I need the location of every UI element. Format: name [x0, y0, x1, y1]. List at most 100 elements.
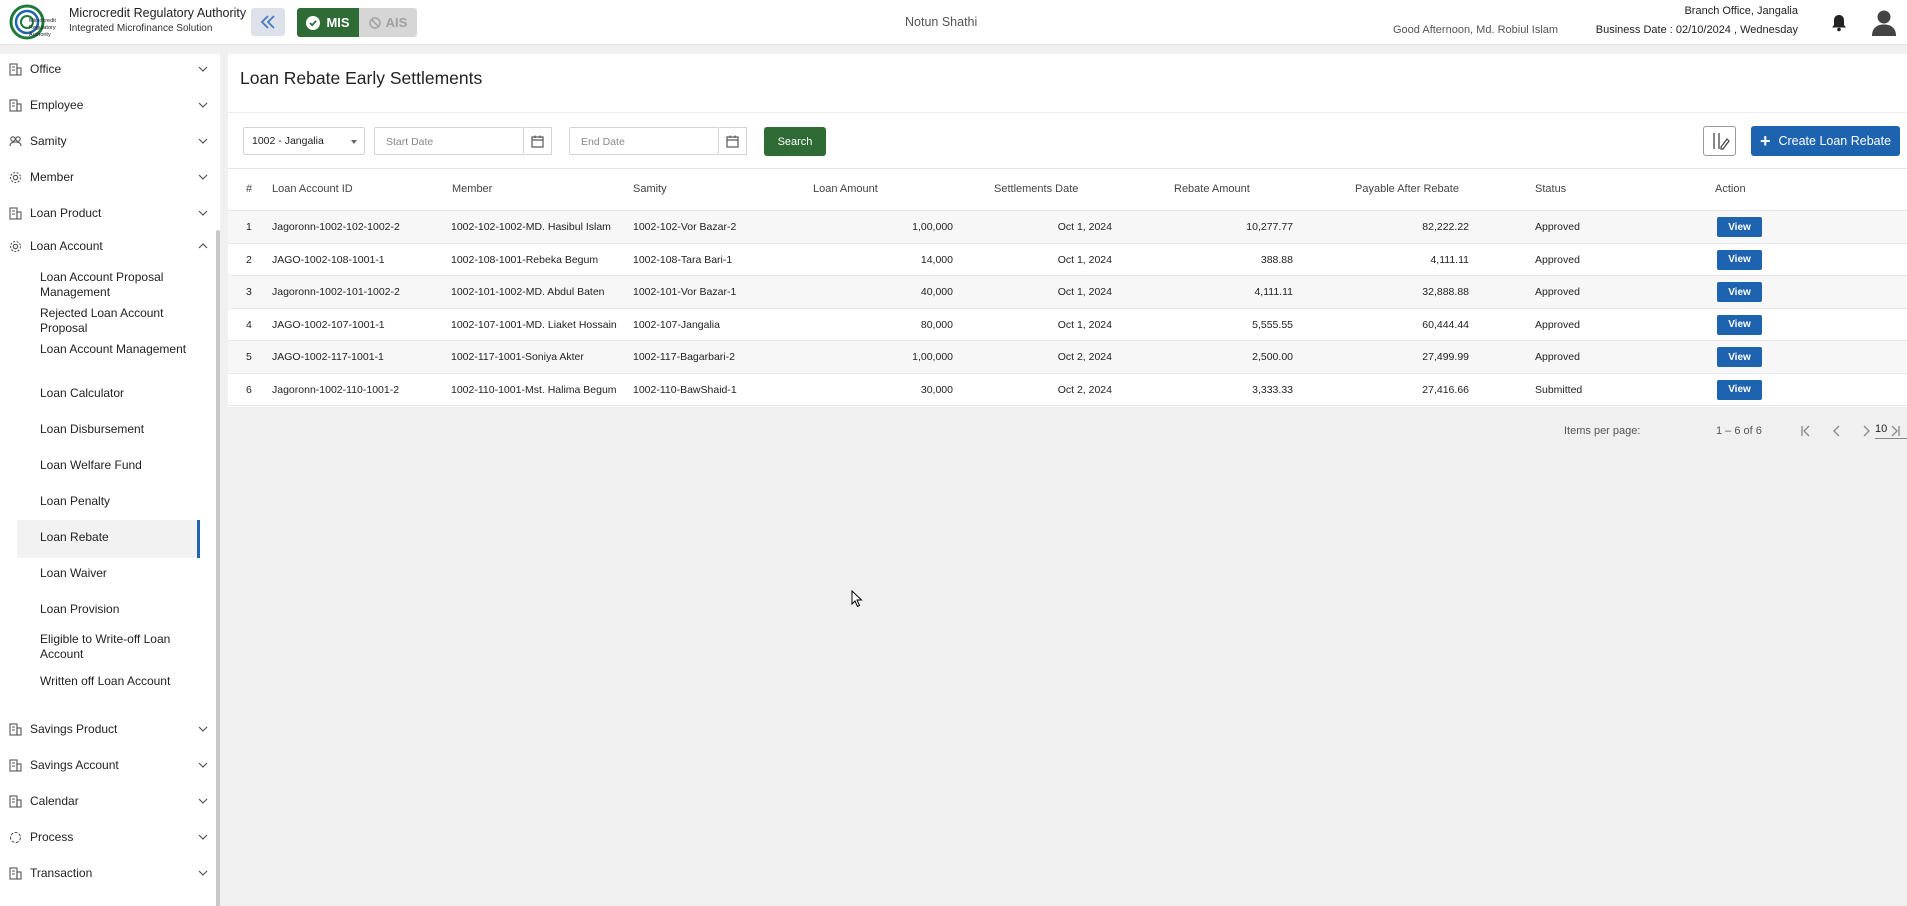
sidebar-item-employee[interactable]: Employee: [0, 90, 210, 120]
view-button[interactable]: View: [1717, 249, 1762, 270]
sidebar-item-calendar[interactable]: Calendar: [0, 786, 210, 816]
sidebar-sub-eligible-write-off[interactable]: Eligible to Write-off Loan Account: [40, 632, 200, 661]
sidebar-item-savings-product[interactable]: Savings Product: [0, 714, 210, 744]
cell-loan-amount: 1,00,000: [912, 351, 953, 363]
column-header-loan-amount[interactable]: Loan Amount: [813, 183, 878, 195]
collapse-sidebar-button[interactable]: [251, 8, 285, 36]
sidebar-sub-loan-account-proposal[interactable]: Loan Account Proposal Management: [40, 270, 200, 299]
page-range-label: 1 – 6 of 6: [1716, 425, 1762, 437]
bell-icon[interactable]: [1831, 14, 1847, 32]
org-subtitle: Integrated Microfinance Solution: [69, 23, 213, 34]
column-settings-button[interactable]: [1703, 126, 1736, 156]
mode-ais-label: AIS: [385, 15, 408, 30]
start-date-picker-button[interactable]: [524, 127, 552, 155]
view-button[interactable]: View: [1717, 379, 1762, 400]
sidebar-scrollbar[interactable]: [216, 230, 220, 906]
building-icon: [9, 206, 22, 220]
sidebar-item-loan-product[interactable]: Loan Product: [0, 198, 210, 228]
cell-samity: 1002-108-Tara Bari-1: [633, 253, 733, 266]
cell-status: Approved: [1535, 286, 1580, 298]
cell-no: 5: [246, 351, 252, 363]
cell-rebate-amount: 4,111.11: [1254, 286, 1293, 298]
cell-payable-after-rebate: 4,111.11: [1430, 253, 1469, 266]
sidebar-item-label: Member: [30, 170, 75, 184]
end-date-picker-button[interactable]: [719, 127, 747, 155]
column-header-settlements-date[interactable]: Settlements Date: [994, 183, 1078, 195]
double-chevron-left-icon: [260, 15, 275, 29]
sidebar-item-process[interactable]: Process: [0, 822, 210, 852]
sidebar-item-label: Calendar: [30, 794, 79, 808]
cell-no: 4: [246, 318, 252, 331]
sidebar-item-label: Loan Product: [30, 206, 102, 220]
last-page-icon[interactable]: [1888, 424, 1902, 438]
column-header-payable-after-rebate[interactable]: Payable After Rebate: [1355, 183, 1459, 195]
sidebar-sub-written-off[interactable]: Written off Loan Account: [40, 674, 200, 689]
block-icon: [368, 16, 381, 29]
greeting-text: Good Afternoon, Md. Robiul Islam: [1393, 24, 1559, 36]
cell-loan-amount: 40,000: [920, 286, 953, 298]
cell-loan-amount: 1,00,000: [912, 221, 953, 233]
cell-status: Approved: [1535, 318, 1580, 331]
sidebar-item-loan-account[interactable]: Loan Account: [0, 231, 210, 261]
search-button[interactable]: Search: [764, 127, 826, 156]
cell-status: Approved: [1535, 221, 1580, 233]
cell-payable-after-rebate: 32,888.88: [1422, 286, 1469, 298]
branch-select[interactable]: 1002 - Jangalia: [243, 127, 365, 155]
sidebar-sub-rejected-proposal[interactable]: Rejected Loan Account Proposal: [40, 306, 200, 335]
cell-loan-account-id: JAGO-1002-117-1001-1: [272, 351, 384, 363]
column-header-loan-account-id[interactable]: Loan Account ID: [272, 183, 353, 195]
sidebar-item-office[interactable]: Office: [0, 54, 210, 84]
sidebar-sub-loan-account-management[interactable]: Loan Account Management: [40, 342, 200, 357]
sidebar-item-label: Samity: [30, 134, 67, 148]
view-button[interactable]: View: [1717, 282, 1762, 302]
sidebar-sub-loan-welfare-fund[interactable]: Loan Welfare Fund: [40, 458, 200, 473]
column-header-status[interactable]: Status: [1535, 183, 1566, 195]
sidebar-item-label: Transaction: [30, 866, 93, 880]
sidebar-item-label: Savings Product: [30, 722, 118, 736]
table-row: 4 JAGO-1002-107-1001-1 1002-107-1001-MD.…: [228, 309, 1907, 341]
cell-member: 1002-110-1001-Mst. Halima Begum: [451, 383, 617, 396]
table-row: 5 JAGO-1002-117-1001-1 1002-117-1001-Son…: [228, 341, 1907, 374]
sidebar-item-savings-account[interactable]: Savings Account: [0, 750, 210, 780]
cell-samity: 1002-101-Vor Bazar-1: [633, 286, 737, 298]
view-button[interactable]: View: [1717, 347, 1762, 367]
cell-settlements-date: Oct 2, 2024: [1057, 351, 1112, 363]
column-header-member[interactable]: Member: [452, 183, 492, 195]
view-button[interactable]: View: [1717, 217, 1762, 237]
start-date-field[interactable]: Start Date: [374, 127, 524, 155]
next-page-icon[interactable]: [1859, 424, 1873, 438]
cell-rebate-amount: 10,277.77: [1246, 221, 1293, 233]
first-page-icon[interactable]: [1799, 424, 1813, 438]
sidebar-sub-loan-waiver[interactable]: Loan Waiver: [40, 566, 200, 581]
sidebar-item-label: Process: [30, 830, 74, 844]
sidebar: Office Employee Samity Member Loan Produ…: [0, 54, 220, 906]
sidebar-sub-loan-calculator[interactable]: Loan Calculator: [40, 386, 200, 401]
cell-no: 3: [246, 286, 252, 298]
sidebar-item-label: Employee: [30, 98, 84, 112]
sidebar-sub-loan-rebate[interactable]: Loan Rebate: [40, 530, 200, 545]
group-icon: [9, 135, 22, 146]
mode-ais-button[interactable]: AIS: [359, 8, 417, 37]
sidebar-item-transaction[interactable]: Transaction: [0, 858, 210, 888]
sidebar-item-samity[interactable]: Samity: [0, 126, 210, 156]
column-header-rebate-amount[interactable]: Rebate Amount: [1174, 183, 1250, 195]
column-header-samity[interactable]: Samity: [633, 183, 667, 195]
cycle-icon: [9, 831, 22, 843]
top-header: Microcredit Regulatory Authority Microcr…: [0, 0, 1907, 45]
previous-page-icon[interactable]: [1830, 424, 1844, 438]
sidebar-sub-loan-penalty[interactable]: Loan Penalty: [40, 494, 200, 509]
avatar-icon[interactable]: [1871, 9, 1897, 37]
cell-rebate-amount: 3,333.33: [1252, 383, 1293, 396]
mode-mis-button[interactable]: MIS: [297, 8, 359, 37]
view-button[interactable]: View: [1717, 314, 1762, 335]
end-date-field[interactable]: End Date: [569, 127, 719, 155]
sidebar-sub-loan-disbursement[interactable]: Loan Disbursement: [40, 422, 200, 437]
create-loan-rebate-button[interactable]: + Create Loan Rebate: [1751, 126, 1900, 156]
chevron-down-icon: [198, 726, 208, 732]
svg-text:Regulatory: Regulatory: [29, 25, 56, 31]
sidebar-item-member[interactable]: Member: [0, 162, 210, 192]
column-header-no[interactable]: #: [246, 183, 252, 195]
chevron-down-icon: [198, 762, 208, 768]
cell-no: 6: [246, 383, 252, 396]
sidebar-sub-loan-provision[interactable]: Loan Provision: [40, 602, 200, 617]
